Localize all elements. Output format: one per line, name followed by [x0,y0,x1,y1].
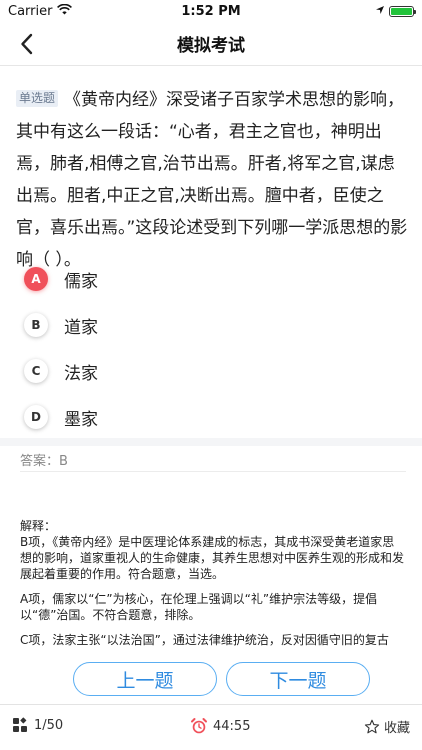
option-text: 墨家 [64,409,98,430]
battery-icon [389,5,416,17]
option-letter-badge: A [24,267,48,291]
explanation-paragraph: A项，儒家以“仁”为核心，在伦理上强调以“礼”维护宗法等级，提倡以“德”治国。不… [20,592,378,622]
carrier-label: Carrier [8,3,53,19]
question-type-badge: 单选题 [16,90,59,107]
favorite-button[interactable]: 收藏 [364,717,410,736]
location-icon [375,4,385,19]
back-button[interactable] [12,28,42,60]
bottom-bar: 1/50 44:55 收藏 [0,704,422,750]
option-text: 道家 [64,317,98,338]
status-left: Carrier [8,3,73,19]
wifi-icon [57,3,73,19]
timer-text: 44:55 [213,718,251,734]
option-text: 儒家 [64,271,98,292]
next-question-button[interactable]: 下一题 [226,662,370,696]
star-icon [364,719,380,733]
favorite-label: 收藏 [383,721,410,736]
option-letter-badge: C [24,359,48,383]
battery-level [391,7,412,15]
status-bar: Carrier 1:52 PM [0,0,422,22]
nav-bar: 模拟考试 [0,22,422,66]
option-letter-badge: B [24,313,48,337]
option-c[interactable]: C 法家 [22,348,402,394]
option-d[interactable]: D 墨家 [22,394,402,440]
status-right [375,4,416,19]
option-b[interactable]: B 道家 [22,302,402,348]
question-progress-button[interactable]: 1/50 [12,717,63,733]
question-block: 单选题 《黄帝内经》深受诸子百家学术思想的影响，其中有这么一段话：“心者，君主之官… [16,84,408,276]
explanation-block: 解释： B项，《黄帝内经》是中医理论体系建成的标志，其成书深受黄老道家思想的影响… [20,518,406,648]
timer: 44:55 [190,717,250,735]
option-text: 法家 [64,363,98,384]
grid-icon [13,717,27,732]
question-text: 《黄帝内经》深受诸子百家学术思想的影响，其中有这么一段话：“心者，君主之官也，神… [16,90,408,270]
explanation-paragraph: B项，《黄帝内经》是中医理论体系建成的标志，其成书深受黄老道家思想的影响，道家重… [20,535,405,581]
progress-text: 1/50 [34,717,64,733]
prev-question-button[interactable]: 上一题 [73,662,217,696]
options-list: A 儒家 B 道家 C 法家 D 墨家 [22,256,402,440]
option-letter-badge: D [24,405,48,429]
explanation-title: 解释： [20,519,57,533]
alarm-clock-icon [191,718,207,734]
page-title: 模拟考试 [177,36,245,56]
section-divider [0,438,422,446]
option-a[interactable]: A 儒家 [22,256,402,302]
explanation-paragraph: C项，法家主张“以法治国”，通过法律维护统治，反对因循守旧的复古 [20,633,389,647]
chevron-left-icon [21,33,33,55]
answer-label: 答案：B [20,450,406,472]
